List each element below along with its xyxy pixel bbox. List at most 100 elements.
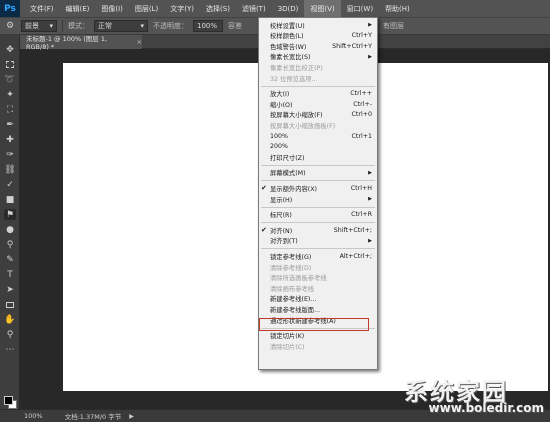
view-menu-item[interactable]: 100% Ctrl+1 bbox=[259, 131, 377, 141]
tolerance-label: 容差 bbox=[228, 22, 242, 30]
eyedropper-tool-icon[interactable]: ✒ bbox=[4, 119, 16, 130]
healing-brush-tool-icon[interactable]: ✚ bbox=[4, 134, 16, 145]
move-tool-icon[interactable]: ✥ bbox=[4, 44, 16, 55]
view-menu-item-shortcut: Ctrl++ bbox=[350, 90, 372, 98]
path-selection-tool-icon[interactable]: ➤ bbox=[4, 284, 16, 295]
watermark: 系统家园 www.boledir.com bbox=[404, 372, 550, 420]
view-menu-item-label: 放大(I) bbox=[270, 91, 290, 99]
view-menu-item[interactable]: 校样颜色(L) Ctrl+Y bbox=[259, 31, 377, 41]
view-menu-item[interactable]: 新建参考线(E)... bbox=[259, 294, 377, 304]
view-menu-item[interactable]: 屏幕模式(M) ▶ bbox=[259, 168, 377, 178]
view-menu-item-shortcut: Ctrl+0 bbox=[351, 111, 373, 119]
chevron-down-icon: ▾ bbox=[49, 22, 53, 30]
view-menu-item[interactable]: 校样设置(U) ▶ bbox=[259, 20, 377, 30]
menu-1[interactable]: 编辑(E) bbox=[60, 0, 96, 17]
view-menu-item[interactable]: 新建参考线版面... bbox=[259, 304, 377, 314]
view-menu-item[interactable]: ✔ 显示额外内容(X) Ctrl+H bbox=[259, 183, 377, 193]
view-menu-item-label: 校样设置(U) bbox=[270, 22, 305, 30]
view-menu-item-label: 清除参考线(D) bbox=[270, 264, 312, 272]
quick-selection-tool-icon[interactable]: ✦ bbox=[4, 89, 16, 100]
view-menu-item[interactable]: 色域警告(W) Shift+Ctrl+Y bbox=[259, 41, 377, 51]
view-menu-item-label: 新建参考线版面... bbox=[270, 306, 321, 314]
view-menu-item-label: 锁定切片(K) bbox=[270, 333, 305, 341]
photoshop-logo: Ps bbox=[0, 0, 20, 17]
menu-separator bbox=[261, 206, 375, 208]
opacity-field[interactable]: 100% bbox=[193, 20, 223, 32]
brush-tool-icon[interactable]: ✑ bbox=[4, 149, 16, 160]
menu-9[interactable]: 窗口(W) bbox=[341, 0, 379, 17]
type-tool-icon[interactable]: T bbox=[4, 269, 16, 280]
view-menu-item-label: 显示额外内容(X) bbox=[270, 185, 318, 193]
view-menu-item[interactable]: 显示(H) ▶ bbox=[259, 194, 377, 204]
menu-6[interactable]: 滤镜(T) bbox=[236, 0, 272, 17]
view-menu-item-label: 锁定参考线(G) bbox=[270, 253, 312, 261]
view-menu-item[interactable]: 标尺(R) Ctrl+R bbox=[259, 210, 377, 220]
view-menu-item-shortcut: Ctrl+H bbox=[350, 184, 372, 192]
menu-0[interactable]: 文件(F) bbox=[24, 0, 60, 17]
opacity-label: 不透明度： bbox=[153, 22, 188, 30]
crop-tool-icon[interactable]: ⛶ bbox=[4, 104, 16, 115]
view-menu-item-label: 清除所选画板参考线 bbox=[270, 275, 327, 283]
view-menu-item[interactable]: 像素长宽比(S) ▶ bbox=[259, 52, 377, 62]
status-arrow-icon[interactable]: ▶ bbox=[129, 413, 134, 420]
menu-8[interactable]: 视图(V) bbox=[304, 0, 341, 17]
view-menu-item[interactable]: 200% bbox=[259, 142, 377, 152]
view-menu-item: 像素长宽比校正(P) bbox=[259, 62, 377, 72]
menu-3[interactable]: 图层(L) bbox=[129, 0, 164, 17]
dodge-tool-icon[interactable]: ⚲ bbox=[4, 239, 16, 250]
view-menu-item-shortcut: Ctrl+1 bbox=[351, 132, 373, 140]
lasso-tool-icon[interactable]: ➰ bbox=[4, 74, 16, 85]
rectangle-tool-icon[interactable] bbox=[4, 299, 16, 310]
view-menu-item[interactable]: 放大(I) Ctrl++ bbox=[259, 89, 377, 99]
view-menu-item-label: 对齐到(T) bbox=[270, 238, 298, 246]
blur-tool-icon[interactable]: ● bbox=[4, 224, 16, 235]
document-tab[interactable]: 未标题-1 @ 100% (图层 1, RGB/8) * × bbox=[20, 35, 142, 51]
close-icon[interactable]: × bbox=[137, 38, 142, 46]
view-menu-item-label: 清除切片(C) bbox=[270, 343, 305, 351]
paint-bucket-tool-icon[interactable]: ⚑ bbox=[4, 209, 16, 220]
view-menu-item[interactable]: 缩小(O) Ctrl+- bbox=[259, 99, 377, 109]
fill-source-select[interactable]: 前景 ▾ bbox=[21, 20, 57, 32]
menu-4[interactable]: 文字(Y) bbox=[164, 0, 200, 17]
menu-separator bbox=[261, 85, 375, 87]
submenu-arrow-icon: ▶ bbox=[368, 22, 372, 28]
view-menu-item-label: 32 位预览选项... bbox=[270, 75, 318, 83]
view-menu-item[interactable]: 锁定参考线(G) Alt+Ctrl+; bbox=[259, 251, 377, 261]
mode-label: 模式： bbox=[68, 22, 89, 30]
zoom-tool-icon[interactable]: ⚲ bbox=[4, 329, 16, 340]
fill-source-value: 前景 bbox=[25, 22, 39, 30]
view-menu-item[interactable]: ✔ 对齐(N) Shift+Ctrl+; bbox=[259, 225, 377, 235]
more-tools-icon[interactable]: ⋯ bbox=[4, 344, 16, 355]
history-brush-tool-icon[interactable]: ✓ bbox=[4, 179, 16, 190]
view-menu-item-shortcut: Ctrl+- bbox=[353, 100, 372, 108]
submenu-arrow-icon: ▶ bbox=[368, 196, 372, 202]
view-menu-item[interactable]: 锁定切片(K) bbox=[259, 331, 377, 341]
pen-tool-icon[interactable]: ✎ bbox=[4, 254, 16, 265]
mode-select[interactable]: 正常 ▾ bbox=[94, 20, 148, 32]
zoom-level[interactable]: 100% bbox=[24, 412, 43, 420]
menu-5[interactable]: 选择(S) bbox=[200, 0, 236, 17]
eraser-tool-icon[interactable]: ■ bbox=[4, 194, 16, 205]
mode-value: 正常 bbox=[98, 22, 112, 30]
view-menu-item-label: 色域警告(W) bbox=[270, 43, 307, 51]
hand-tool-icon[interactable]: ✋ bbox=[4, 314, 16, 325]
paint-bucket-tool-icon[interactable]: ⚙ bbox=[4, 21, 16, 32]
document-tab-title: 未标题-1 @ 100% (图层 1, RGB/8) * bbox=[26, 35, 108, 51]
view-menu-item[interactable]: 对齐到(T) ▶ bbox=[259, 236, 377, 246]
watermark-url: www.boledir.com bbox=[428, 401, 544, 415]
all-layers-label: 有图层 bbox=[383, 22, 404, 30]
tools-panel: ✥ ➰ ✦ ⛶ ✒ ✚ ✑ ⛓ ✓ ■ ⚑ ● ⚲ ✎ T ➤ ✋ ⚲ ⋯ bbox=[0, 35, 20, 422]
view-menu-item[interactable]: 打印尺寸(Z) bbox=[259, 152, 377, 162]
view-menu-item: 按屏幕大小缩放画板(F) bbox=[259, 120, 377, 130]
view-menu-item-label: 屏幕模式(M) bbox=[270, 170, 306, 178]
menu-7[interactable]: 3D(D) bbox=[272, 0, 305, 17]
view-menu-item: 清除所选画板参考线 bbox=[259, 273, 377, 283]
divider bbox=[62, 20, 63, 32]
marquee-tool-icon[interactable] bbox=[4, 59, 16, 70]
menu-10[interactable]: 帮助(H) bbox=[379, 0, 416, 17]
checkmark-icon: ✔ bbox=[261, 184, 267, 193]
clone-stamp-tool-icon[interactable]: ⛓ bbox=[4, 164, 16, 175]
menu-2[interactable]: 图像(I) bbox=[95, 0, 129, 17]
foreground-color-swatch[interactable] bbox=[4, 396, 13, 405]
view-menu-item[interactable]: 按屏幕大小缩放(F) Ctrl+0 bbox=[259, 110, 377, 120]
